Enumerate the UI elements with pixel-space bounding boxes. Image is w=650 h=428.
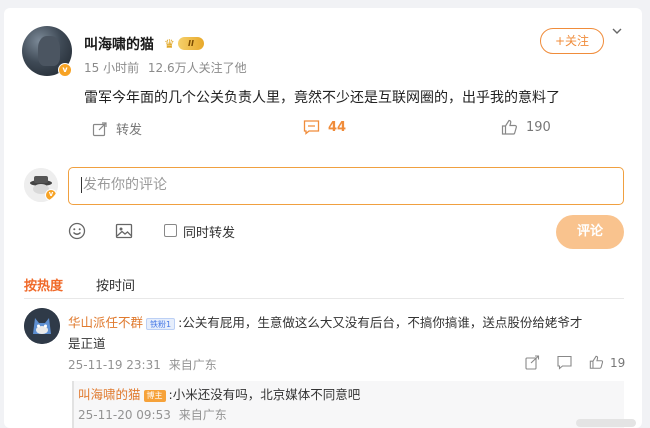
- follow-button[interactable]: +关注: [540, 28, 604, 54]
- reply-location: 来自广东: [178, 408, 227, 422]
- emoji-icon[interactable]: [68, 222, 86, 244]
- comment-meta: 25-11-19 23:31 来自广东: [68, 356, 217, 373]
- repost-action[interactable]: 转发: [92, 119, 142, 138]
- chevron-down-icon[interactable]: [611, 25, 623, 41]
- member-level-badge[interactable]: II: [178, 37, 204, 50]
- comment-action[interactable]: 44: [303, 119, 346, 135]
- author-avatar[interactable]: v: [22, 26, 72, 77]
- comment-like-count: 19: [610, 355, 626, 370]
- post-text: 雷军今年面的几个公关负责人里，竟然不少还是互联网圈的，出乎我的意料了: [84, 90, 560, 106]
- reply-meta: 25-11-20 09:53 来自广东: [78, 406, 227, 423]
- post-meta: 15 小时前 12.6万人关注了他: [84, 59, 247, 76]
- like-action[interactable]: 190: [501, 119, 551, 136]
- also-repost-checkbox[interactable]: [164, 224, 177, 237]
- divider: [24, 298, 624, 299]
- comment-text-continued: 是正道: [68, 336, 106, 351]
- comment-username[interactable]: 华山派任不群: [68, 315, 143, 330]
- like-count: 190: [526, 120, 551, 135]
- reply-text: :小米还没有吗，北京媒体不同意吧: [168, 387, 361, 402]
- author-badge: 博主: [143, 389, 166, 402]
- also-repost-label[interactable]: 同时转发: [183, 222, 235, 241]
- comment-placeholder: 发布你的评论: [83, 177, 167, 193]
- commenter-avatar[interactable]: [24, 308, 60, 344]
- image-icon[interactable]: [115, 222, 133, 244]
- weibo-post-card: v 叫海啸的猫 ♛ II 15 小时前 12.6万人关注了他 +关注 雷军今年面…: [4, 8, 642, 428]
- thumbs-up-icon: [501, 119, 518, 136]
- current-user-avatar[interactable]: v: [24, 168, 58, 202]
- crown-icon: ♛: [164, 37, 175, 51]
- follower-count: 12.6万人关注了他: [147, 61, 247, 75]
- text-caret: [81, 177, 82, 193]
- author-name[interactable]: 叫海啸的猫: [84, 34, 154, 54]
- comment-icon: [303, 119, 320, 135]
- fan-badge[interactable]: 铁粉1: [146, 317, 176, 330]
- comment-icon[interactable]: [557, 355, 572, 374]
- submit-comment-button[interactable]: 评论: [556, 215, 624, 249]
- comment-count: 44: [328, 119, 347, 135]
- share-icon[interactable]: [525, 355, 540, 374]
- repost-label: 转发: [116, 123, 143, 138]
- verified-badge-icon: v: [58, 63, 72, 77]
- comment-time: 25-11-19 23:31: [68, 358, 161, 372]
- comment-text: :公关有屁用，生意做这么大又没有后台，不搞你搞谁，送点股份给姥爷才: [178, 315, 583, 330]
- reply-username[interactable]: 叫海啸的猫: [78, 387, 141, 402]
- comment-input[interactable]: 发布你的评论: [68, 167, 624, 205]
- verified-badge-icon: v: [45, 189, 57, 201]
- reply-body: 叫海啸的猫 博主:小米还没有吗，北京媒体不同意吧: [78, 384, 360, 403]
- blurred-watermark: [576, 416, 636, 428]
- comment-body: 华山派任不群 铁粉1:公关有屁用，生意做这么大又没有后台，不搞你搞谁，送点股份给姥…: [68, 312, 582, 331]
- sort-by-time-tab[interactable]: 按时间: [96, 275, 135, 294]
- comment-location: 来自广东: [168, 358, 217, 372]
- comment-like-action[interactable]: 19: [589, 355, 625, 370]
- reply-time: 25-11-20 09:53: [78, 408, 171, 422]
- repost-icon: [92, 121, 108, 137]
- sort-by-hot-tab[interactable]: 按热度: [24, 275, 63, 294]
- post-time[interactable]: 15 小时前: [84, 61, 139, 75]
- thumbs-up-icon: [589, 355, 604, 370]
